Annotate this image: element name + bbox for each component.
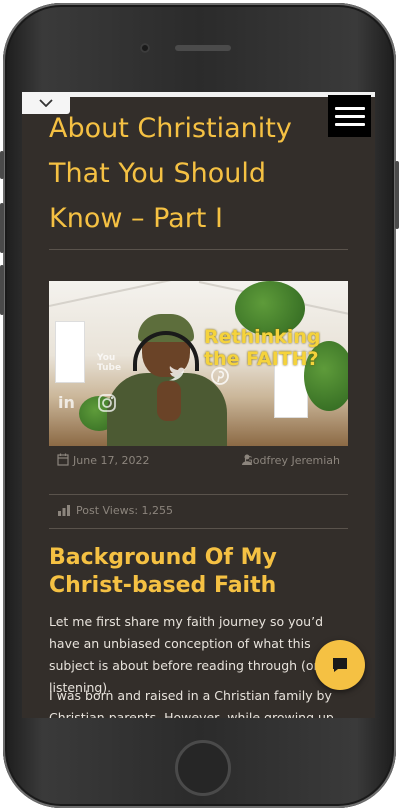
featured-image[interactable]: Rethinking the FAITH? You Tube in <box>49 281 348 446</box>
top-bar <box>22 92 375 97</box>
chat-button[interactable] <box>315 640 365 690</box>
post-views: Post Views: 1,255 <box>58 504 173 517</box>
youtube-icon[interactable]: You Tube <box>97 353 121 373</box>
mute-switch <box>0 151 4 179</box>
pinterest-icon[interactable] <box>211 367 229 385</box>
calendar-icon <box>57 453 69 466</box>
shelf <box>55 321 85 383</box>
volume-down-button <box>0 265 4 315</box>
hero-overlay-text: Rethinking the FAITH? <box>204 326 321 370</box>
post-author[interactable]: Godfrey Jeremiah <box>244 454 340 467</box>
home-button[interactable] <box>175 740 231 796</box>
front-camera <box>140 43 150 53</box>
menu-bar-icon <box>334 122 365 126</box>
bar-chart-icon <box>58 505 70 516</box>
menu-bar-icon <box>334 106 365 110</box>
power-button <box>395 161 399 229</box>
article-title: About Christianity That You Should Know … <box>49 113 292 234</box>
divider <box>49 494 348 495</box>
chat-bubble-icon <box>333 658 347 672</box>
screen: About Christianity That You Should Know … <box>22 92 375 718</box>
ceiling-beam <box>49 281 196 307</box>
earpiece-speaker <box>175 45 231 51</box>
person-hands <box>157 381 181 421</box>
linkedin-label: in <box>58 393 75 411</box>
menu-bar-icon <box>334 114 365 118</box>
divider <box>49 528 348 529</box>
divider <box>49 249 348 250</box>
post-date[interactable]: June 17, 2022 <box>73 454 149 467</box>
email-icon[interactable] <box>59 357 79 371</box>
linkedin-icon[interactable]: in <box>57 393 79 411</box>
twitter-icon[interactable] <box>167 366 189 386</box>
youtube-label: You <box>97 353 116 363</box>
post-views-count: Post Views: 1,255 <box>76 504 174 517</box>
post-meta: June 17, 2022 Godfrey Jeremiah <box>49 452 348 472</box>
paragraph: I was born and raised in a Christian fam… <box>49 688 338 718</box>
youtube-label: Tube <box>97 363 122 373</box>
section-heading: Background Of My Christ-based Faith <box>49 545 277 598</box>
volume-up-button <box>0 203 4 253</box>
instagram-icon[interactable] <box>97 393 117 413</box>
